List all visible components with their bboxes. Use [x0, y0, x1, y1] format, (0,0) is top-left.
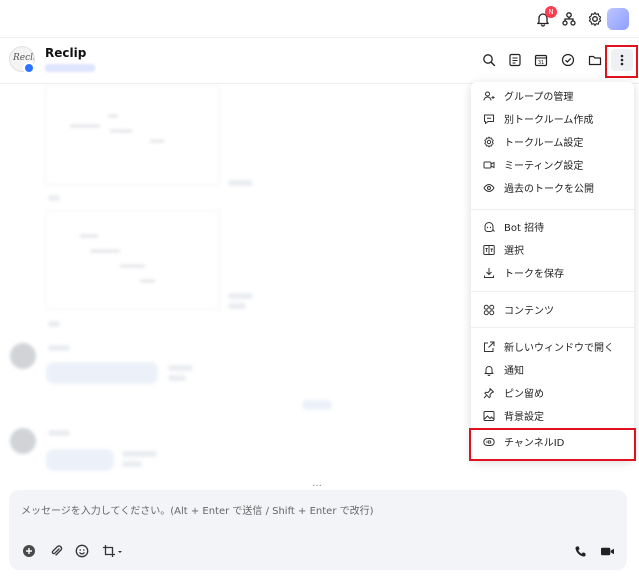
phone-icon — [574, 545, 586, 557]
bell-icon — [482, 363, 496, 377]
settings-button[interactable] — [585, 9, 605, 29]
menu-item-label: 背景設定 — [504, 412, 544, 423]
add-button[interactable] — [20, 542, 38, 560]
more-options-menu: グループの管理 別トークルーム作成 トークルーム設定 ミーティング設定 過去のト… — [471, 82, 634, 460]
menu-divider — [471, 327, 634, 328]
screenshot-crop-button[interactable] — [101, 542, 125, 560]
highlight-channel-id — [469, 428, 636, 461]
menu-item-label: ピン留め — [504, 389, 544, 400]
highlight-more-button — [605, 45, 638, 78]
image-attachment[interactable] — [45, 210, 220, 310]
folder-button[interactable] — [584, 49, 606, 71]
date-divider — [302, 400, 332, 410]
menu-item-label: 過去のトークを公開 — [504, 184, 594, 195]
message-composer[interactable]: メッセージを入力してください。(Alt + Enter で送信 / Shift … — [9, 490, 627, 570]
menu-item-open-new-window[interactable]: 新しいウィンドウで開く — [471, 335, 634, 358]
menu-item-label: トークルーム設定 — [504, 138, 584, 149]
org-chart-icon — [562, 12, 576, 26]
calendar-icon: 31 — [534, 54, 548, 67]
menu-item-label: トークを保存 — [504, 269, 564, 280]
voice-call-button[interactable] — [571, 542, 589, 560]
sender-avatar[interactable] — [10, 428, 36, 454]
menu-item-label: グループの管理 — [504, 92, 574, 103]
menu-item-label: ミーティング設定 — [504, 161, 584, 172]
notes-button[interactable] — [504, 49, 526, 71]
typing-indicator: … — [312, 478, 322, 489]
calendar-button[interactable]: 31 — [530, 49, 552, 71]
emoji-button[interactable] — [73, 542, 91, 560]
pin-icon — [482, 386, 496, 400]
contents-grid-icon — [482, 303, 496, 317]
background-image-icon — [482, 409, 496, 423]
menu-item-contents[interactable]: コンテンツ — [471, 298, 634, 321]
plus-icon — [23, 545, 35, 557]
video-icon — [482, 158, 496, 172]
avatar[interactable] — [607, 8, 629, 30]
video-call-button[interactable] — [598, 542, 616, 560]
menu-item-group-manage[interactable]: グループの管理 — [471, 84, 634, 107]
download-icon — [482, 266, 496, 280]
menu-item-save-talk[interactable]: トークを保存 — [471, 261, 634, 284]
menu-item-label: 通知 — [504, 366, 524, 377]
search-button[interactable] — [478, 49, 500, 71]
menu-item-label: 選択 — [504, 246, 524, 257]
menu-divider — [471, 291, 634, 292]
menu-item-label: 別トークルーム作成 — [504, 115, 594, 126]
crop-icon — [103, 545, 122, 557]
folder-icon — [588, 55, 602, 66]
calendar-day: 31 — [538, 60, 544, 66]
external-window-icon — [482, 340, 496, 354]
group-manage-icon — [482, 89, 496, 103]
paperclip-icon — [51, 545, 63, 556]
app-topbar: N — [0, 0, 639, 38]
notes-icon — [509, 53, 521, 67]
menu-divider — [471, 209, 634, 210]
video-icon — [600, 547, 614, 555]
channel-type-badge — [23, 62, 35, 74]
attach-file-button[interactable] — [47, 542, 65, 560]
menu-item-meeting-settings[interactable]: ミーティング設定 — [471, 153, 634, 176]
menu-item-label: コンテンツ — [504, 306, 554, 317]
message-bubble — [46, 362, 158, 384]
message-bubble — [46, 449, 114, 471]
menu-item-publish-history[interactable]: 過去のトークを公開 — [471, 176, 634, 199]
notification-bell-button[interactable]: N — [533, 6, 557, 29]
menu-item-label: 新しいウィンドウで開く — [504, 343, 614, 354]
channel-subtitle-blurred — [45, 64, 95, 72]
sender-avatar[interactable] — [10, 343, 36, 369]
search-icon — [483, 54, 496, 67]
channel-avatar-text: Reclip — [13, 53, 34, 63]
menu-item-pin[interactable]: ピン留め — [471, 381, 634, 404]
menu-item-notifications[interactable]: 通知 — [471, 358, 634, 381]
notification-badge: N — [545, 6, 557, 18]
org-chart-button[interactable] — [559, 9, 579, 29]
tasks-button[interactable] — [557, 49, 579, 71]
bot-icon — [482, 220, 496, 234]
channel-header: Reclip Reclip 31 — [0, 38, 639, 84]
menu-item-talk-room-settings[interactable]: トークルーム設定 — [471, 130, 634, 153]
eye-icon — [482, 181, 496, 195]
message-input-placeholder[interactable]: メッセージを入力してください。(Alt + Enter で送信 / Shift … — [21, 502, 374, 517]
menu-item-select[interactable]: 選択 — [471, 238, 634, 261]
task-check-icon — [561, 53, 575, 67]
menu-item-label: Bot 招待 — [504, 223, 545, 234]
menu-item-new-talk-room[interactable]: 別トークルーム作成 — [471, 107, 634, 130]
menu-item-background-settings[interactable]: 背景設定 — [471, 404, 634, 427]
channel-title: Reclip — [45, 46, 87, 60]
translate-icon — [482, 243, 496, 257]
gear-icon — [482, 135, 496, 149]
image-attachment[interactable] — [45, 85, 220, 185]
new-chat-icon — [482, 112, 496, 126]
menu-item-bot-invite[interactable]: Bot 招待 — [471, 215, 634, 238]
gear-icon — [588, 11, 602, 27]
emoji-icon — [75, 544, 89, 558]
